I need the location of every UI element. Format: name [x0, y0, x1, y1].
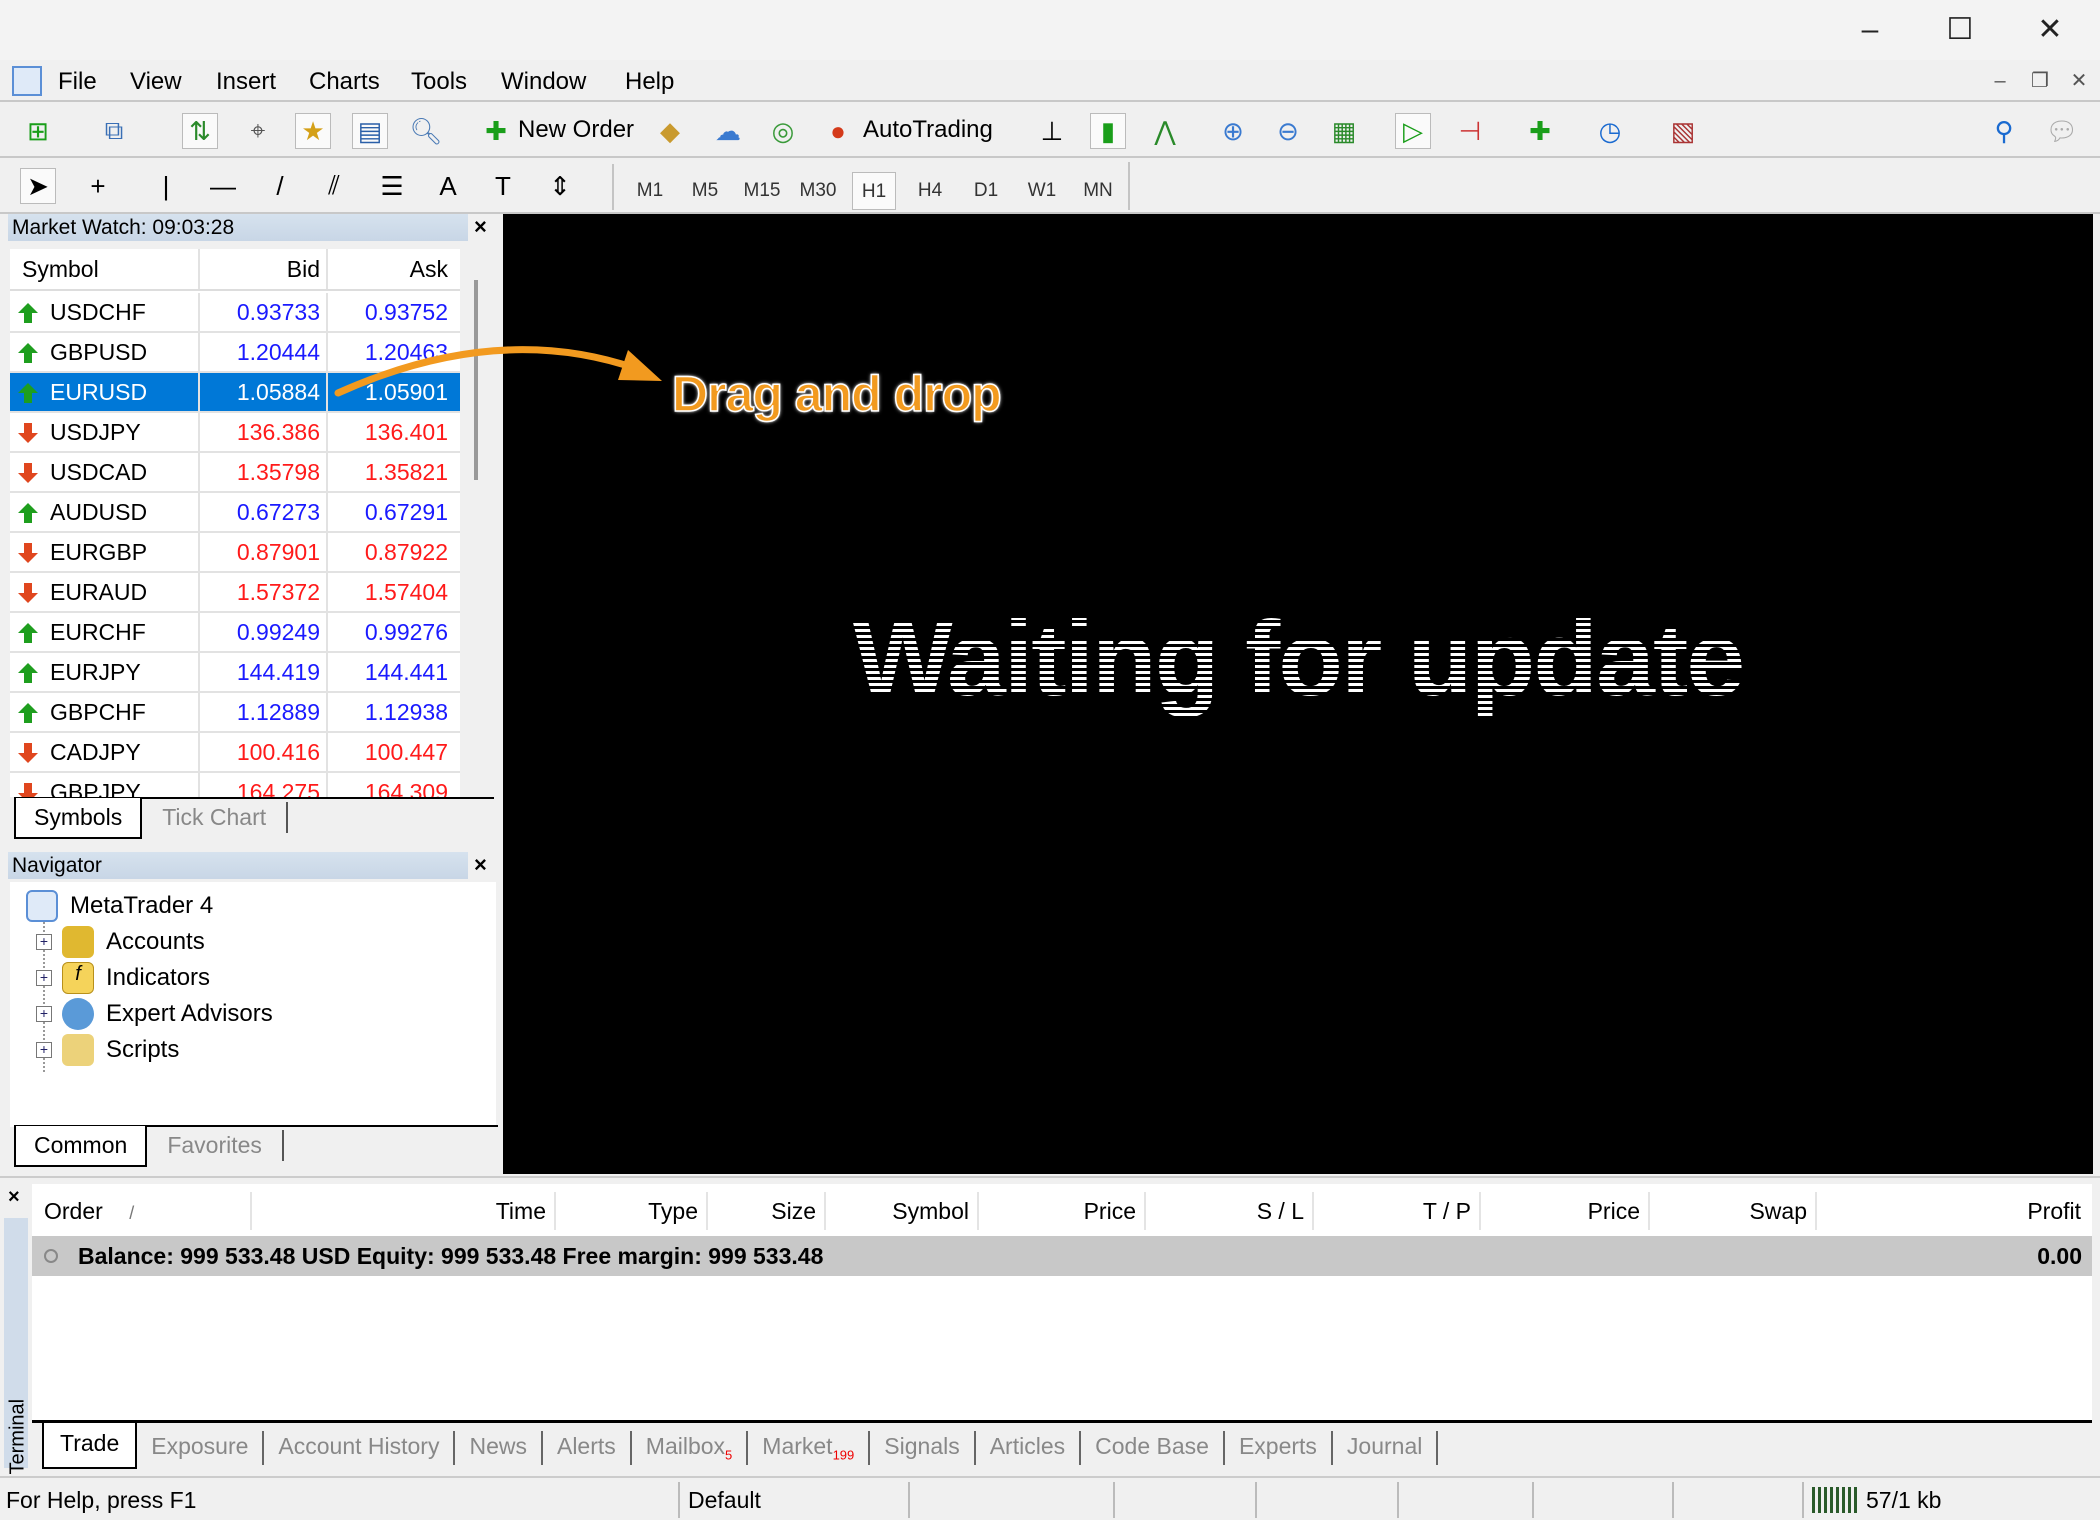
- traffic-readout: 57/1 kb: [1866, 1487, 1942, 1513]
- column-type[interactable]: Type: [556, 1192, 708, 1230]
- tab-label: Articles: [989, 1433, 1066, 1459]
- tab-label: Trade: [60, 1430, 120, 1456]
- tab-mailbox[interactable]: Mailbox5: [632, 1431, 749, 1465]
- balance-summary: Balance: 999 533.48 USD Equity: 999 533.…: [78, 1243, 824, 1269]
- tab-label: Journal: [1346, 1433, 1423, 1459]
- tab-experts[interactable]: Experts: [1225, 1431, 1333, 1465]
- tab-articles[interactable]: Articles: [976, 1431, 1082, 1465]
- tab-alerts[interactable]: Alerts: [543, 1431, 632, 1465]
- status-profile: Default: [678, 1482, 908, 1518]
- column-tp[interactable]: T / P: [1314, 1192, 1481, 1230]
- column-order-label: Order: [44, 1198, 103, 1224]
- tab-news[interactable]: News: [455, 1431, 543, 1465]
- tab-exposure[interactable]: Exposure: [137, 1431, 265, 1465]
- status-help: For Help, press F1: [6, 1487, 197, 1513]
- column-order[interactable]: Order /: [32, 1192, 252, 1230]
- tab-journal[interactable]: Journal: [1333, 1431, 1439, 1465]
- tab-label: Code Base: [1095, 1433, 1209, 1459]
- tab-trade[interactable]: Trade: [42, 1423, 138, 1469]
- status-cell: [1672, 1482, 1802, 1518]
- column-symbol[interactable]: Symbol: [826, 1192, 979, 1230]
- terminal-close-button[interactable]: ×: [8, 1186, 20, 1209]
- terminal-tabs: Trade Exposure Account History News Alerts Ma…: [32, 1420, 2092, 1472]
- tab-code-base[interactable]: Code Base: [1081, 1431, 1225, 1465]
- table-header: Order / Time Type Size Symbol Price S / …: [32, 1184, 2092, 1238]
- tab-label: Alerts: [556, 1433, 616, 1459]
- balance-row[interactable]: Balance: 999 533.48 USD Equity: 999 533.…: [32, 1236, 2092, 1276]
- status-bar: For Help, press F1 Default 57/1 kb: [0, 1476, 2100, 1520]
- trade-table: Order / Time Type Size Symbol Price S / …: [32, 1184, 2092, 1424]
- tab-badge: 5: [725, 1447, 733, 1463]
- tab-badge: 199: [832, 1447, 855, 1463]
- tab-signals[interactable]: Signals: [870, 1431, 976, 1465]
- status-cell: [1532, 1482, 1672, 1518]
- column-sl[interactable]: S / L: [1146, 1192, 1314, 1230]
- connection-bars-icon: [1812, 1487, 1858, 1513]
- status-cell: [908, 1482, 1113, 1518]
- status-connection: 57/1 kb: [1802, 1482, 2062, 1518]
- status-cell: [1397, 1482, 1532, 1518]
- column-size[interactable]: Size: [708, 1192, 826, 1230]
- drag-arrow-path: [334, 346, 644, 397]
- column-current-price[interactable]: Price: [1481, 1192, 1650, 1230]
- tab-account-history[interactable]: Account History: [264, 1431, 456, 1465]
- tab-label: Market: [762, 1433, 833, 1459]
- tab-label: Exposure: [151, 1433, 249, 1459]
- column-time[interactable]: Time: [252, 1192, 556, 1230]
- total-profit: 0.00: [2037, 1243, 2082, 1269]
- tab-market[interactable]: Market199: [748, 1431, 871, 1465]
- drag-arrow-head: [618, 350, 662, 381]
- terminal-side-label: Terminal: [6, 1398, 29, 1475]
- balance-icon: [44, 1249, 58, 1263]
- tab-label: News: [469, 1433, 527, 1459]
- status-cell: [1113, 1482, 1255, 1518]
- column-profit[interactable]: Profit: [1817, 1192, 2089, 1230]
- tab-label: Account History: [278, 1433, 440, 1459]
- terminal-side-strip: Terminal: [4, 1218, 29, 1475]
- column-swap[interactable]: Swap: [1650, 1192, 1817, 1230]
- tab-label: Mailbox: [645, 1433, 726, 1459]
- status-cell: [1255, 1482, 1397, 1518]
- column-price[interactable]: Price: [979, 1192, 1146, 1230]
- tab-label: Signals: [884, 1433, 960, 1459]
- sort-indicator: /: [129, 1203, 135, 1223]
- tab-label: Experts: [1238, 1433, 1317, 1459]
